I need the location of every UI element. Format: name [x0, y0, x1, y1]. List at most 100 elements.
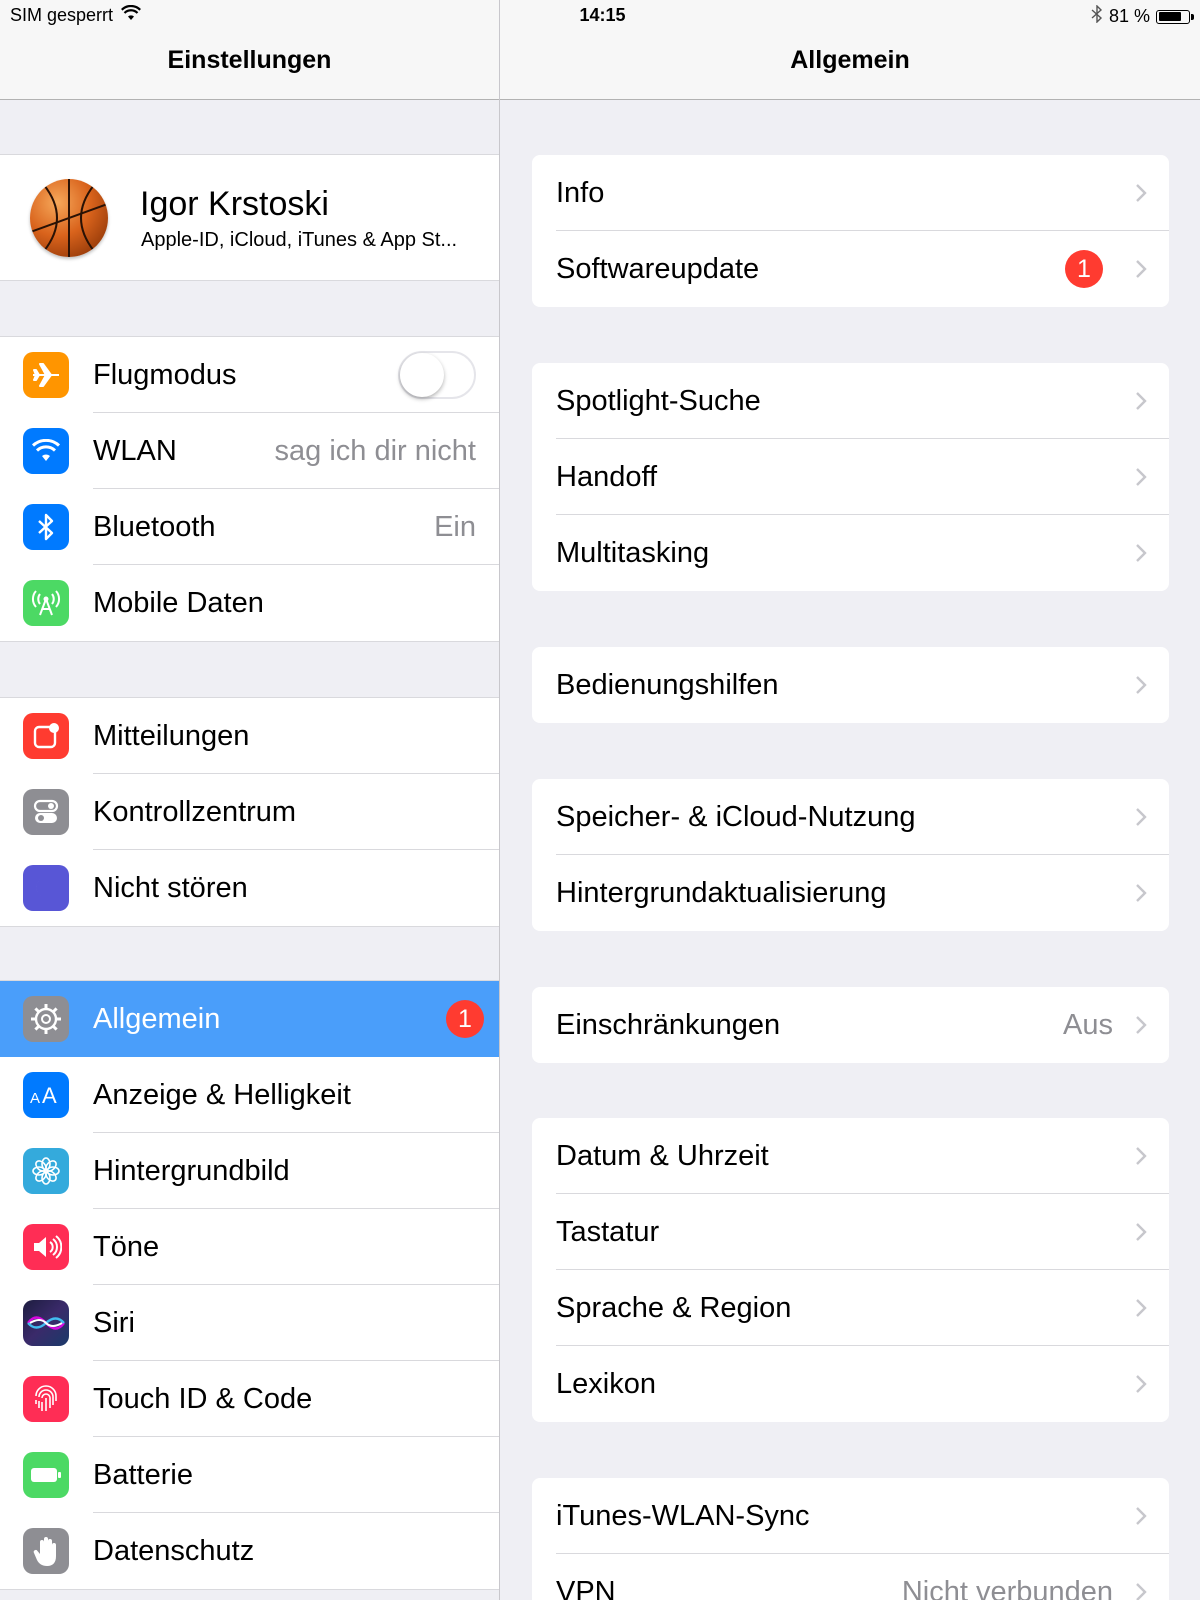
row-label: VPN: [556, 1576, 616, 1600]
status-bar: SIM gesperrt 14:15 81 %: [0, 0, 1200, 34]
sidebar-item-bluetooth[interactable]: Bluetooth Ein: [0, 489, 499, 565]
general-detail-pane: Allgemein Info Softwareupdate 1 Spotligh…: [500, 0, 1200, 1600]
row-multitasking[interactable]: Multitasking: [532, 515, 1169, 591]
row-vpn[interactable]: VPN Nicht verbunden: [532, 1554, 1169, 1600]
sidebar-item-allgemein[interactable]: Allgemein 1: [0, 981, 499, 1057]
sidebar-item-wlan[interactable]: WLAN sag ich dir nicht: [0, 413, 499, 489]
flugmodus-toggle[interactable]: [398, 351, 476, 399]
sidebar-item-nicht-stoeren[interactable]: Nicht stören: [0, 850, 499, 926]
sidebar-item-anzeige[interactable]: AA Anzeige & Helligkeit: [0, 1057, 499, 1133]
row-label: Einschränkungen: [556, 1009, 781, 1041]
sidebar-item-label: Batterie: [93, 1459, 193, 1491]
bluetooth-status-icon: [1091, 4, 1103, 28]
row-lexikon[interactable]: Lexikon: [532, 1346, 1169, 1422]
info-group: Info Softwareupdate 1: [532, 155, 1169, 307]
sidebar-item-label: Kontrollzentrum: [93, 796, 297, 828]
profile-subtitle: Apple-ID, iCloud, iTunes & App St...: [141, 229, 458, 251]
chevron-right-icon: [1136, 184, 1147, 202]
chevron-right-icon: [1136, 1583, 1147, 1600]
storage-group: Speicher- & iCloud-Nutzung Hintergrundak…: [532, 779, 1169, 931]
sidebar-item-label: Allgemein: [93, 1003, 221, 1035]
sidebar-item-label: Siri: [93, 1307, 135, 1339]
row-datum-uhrzeit[interactable]: Datum & Uhrzeit: [532, 1118, 1169, 1194]
sidebar-item-mitteilungen[interactable]: Mitteilungen: [0, 698, 499, 774]
row-label: Softwareupdate: [556, 253, 760, 285]
fingerprint-icon: [23, 1376, 69, 1422]
row-handoff[interactable]: Handoff: [532, 439, 1169, 515]
sidebar-item-label: WLAN: [93, 435, 177, 467]
sidebar-item-flugmodus[interactable]: Flugmodus: [0, 337, 499, 413]
chevron-right-icon: [1136, 884, 1147, 902]
airplane-icon: [23, 352, 69, 398]
sidebar-item-label: Datenschutz: [93, 1535, 255, 1567]
chevron-right-icon: [1136, 1147, 1147, 1165]
vpn-value: Nicht verbunden: [901, 1576, 1113, 1600]
row-einschraenkungen[interactable]: Einschränkungen Aus: [532, 987, 1169, 1063]
battery-icon: [1156, 9, 1194, 24]
sidebar-title: Einstellungen: [167, 46, 332, 74]
sidebar-item-kontrollzentrum[interactable]: Kontrollzentrum: [0, 774, 499, 850]
row-info[interactable]: Info: [532, 155, 1169, 231]
sidebar-item-mobile-daten[interactable]: Mobile Daten: [0, 565, 499, 641]
row-label: Hintergrundaktualisierung: [556, 877, 887, 909]
row-label: iTunes-WLAN-Sync: [556, 1500, 810, 1532]
row-bedienungshilfen[interactable]: Bedienungshilfen: [532, 647, 1169, 723]
flower-icon: [23, 1148, 69, 1194]
sync-group: iTunes-WLAN-Sync VPN Nicht verbunden: [532, 1478, 1169, 1600]
sidebar-item-label: Mobile Daten: [93, 587, 264, 619]
sidebar-item-label: Mitteilungen: [93, 720, 250, 752]
row-itunes-wlan-sync[interactable]: iTunes-WLAN-Sync: [532, 1478, 1169, 1554]
sidebar-item-siri[interactable]: Siri: [0, 1285, 499, 1361]
row-label: Lexikon: [556, 1368, 656, 1400]
row-label: Sprache & Region: [556, 1292, 792, 1324]
row-sprache-region[interactable]: Sprache & Region: [532, 1270, 1169, 1346]
settings-sidebar: Einstellungen Igor Krstoski Apple-ID, iC…: [0, 0, 500, 1600]
row-tastatur[interactable]: Tastatur: [532, 1194, 1169, 1270]
sidebar-item-hintergrundbild[interactable]: Hintergrundbild: [0, 1133, 499, 1209]
chevron-right-icon: [1136, 1507, 1147, 1525]
gear-icon: [23, 996, 69, 1042]
apple-id-profile-row[interactable]: Igor Krstoski Apple-ID, iCloud, iTunes &…: [0, 154, 499, 281]
sidebar-item-label: Bluetooth: [93, 511, 216, 543]
sidebar-item-label: Töne: [93, 1231, 160, 1263]
bluetooth-icon: [23, 504, 69, 550]
antenna-icon: [23, 580, 69, 626]
wlan-network-value: sag ich dir nicht: [274, 435, 477, 467]
row-speicher[interactable]: Speicher- & iCloud-Nutzung: [532, 779, 1169, 855]
restrictions-group: Einschränkungen Aus: [532, 987, 1169, 1063]
sidebar-item-batterie[interactable]: Batterie: [0, 1437, 499, 1513]
allgemein-badge: 1: [446, 1000, 484, 1038]
chevron-right-icon: [1136, 676, 1147, 694]
text-size-icon: AA: [23, 1072, 69, 1118]
row-label: Datum & Uhrzeit: [556, 1140, 769, 1172]
row-label: Spotlight-Suche: [556, 385, 761, 417]
row-hintergrundaktualisierung[interactable]: Hintergrundaktualisierung: [532, 855, 1169, 931]
row-spotlight-suche[interactable]: Spotlight-Suche: [532, 363, 1169, 439]
status-right: 81 %: [1091, 4, 1194, 28]
sidebar-item-touch-id[interactable]: Touch ID & Code: [0, 1361, 499, 1437]
connectivity-group: Flugmodus WLAN sag ich dir nicht Bluetoo…: [0, 336, 499, 642]
row-softwareupdate[interactable]: Softwareupdate 1: [532, 231, 1169, 307]
row-label: Handoff: [556, 461, 658, 493]
moon-icon: [23, 865, 69, 911]
chevron-right-icon: [1136, 1223, 1147, 1241]
siri-icon: [23, 1300, 69, 1346]
chevron-right-icon: [1136, 1375, 1147, 1393]
accessibility-group: Bedienungshilfen: [532, 647, 1169, 723]
sidebar-item-datenschutz[interactable]: Datenschutz: [0, 1513, 499, 1589]
hand-icon: [23, 1528, 69, 1574]
control-center-icon: [23, 789, 69, 835]
svg-text:A: A: [42, 1083, 57, 1107]
detail-title: Allgemein: [790, 46, 910, 74]
speaker-icon: [23, 1224, 69, 1270]
battery-percent: 81 %: [1108, 6, 1150, 26]
sidebar-item-toene[interactable]: Töne: [0, 1209, 499, 1285]
sidebar-item-label: Touch ID & Code: [93, 1383, 313, 1415]
row-label: Multitasking: [556, 537, 710, 569]
chevron-right-icon: [1136, 468, 1147, 486]
chevron-right-icon: [1136, 1016, 1147, 1034]
notifications-icon: [23, 713, 69, 759]
chevron-right-icon: [1136, 392, 1147, 410]
clock: 14:15: [579, 5, 626, 25]
chevron-right-icon: [1136, 260, 1147, 278]
